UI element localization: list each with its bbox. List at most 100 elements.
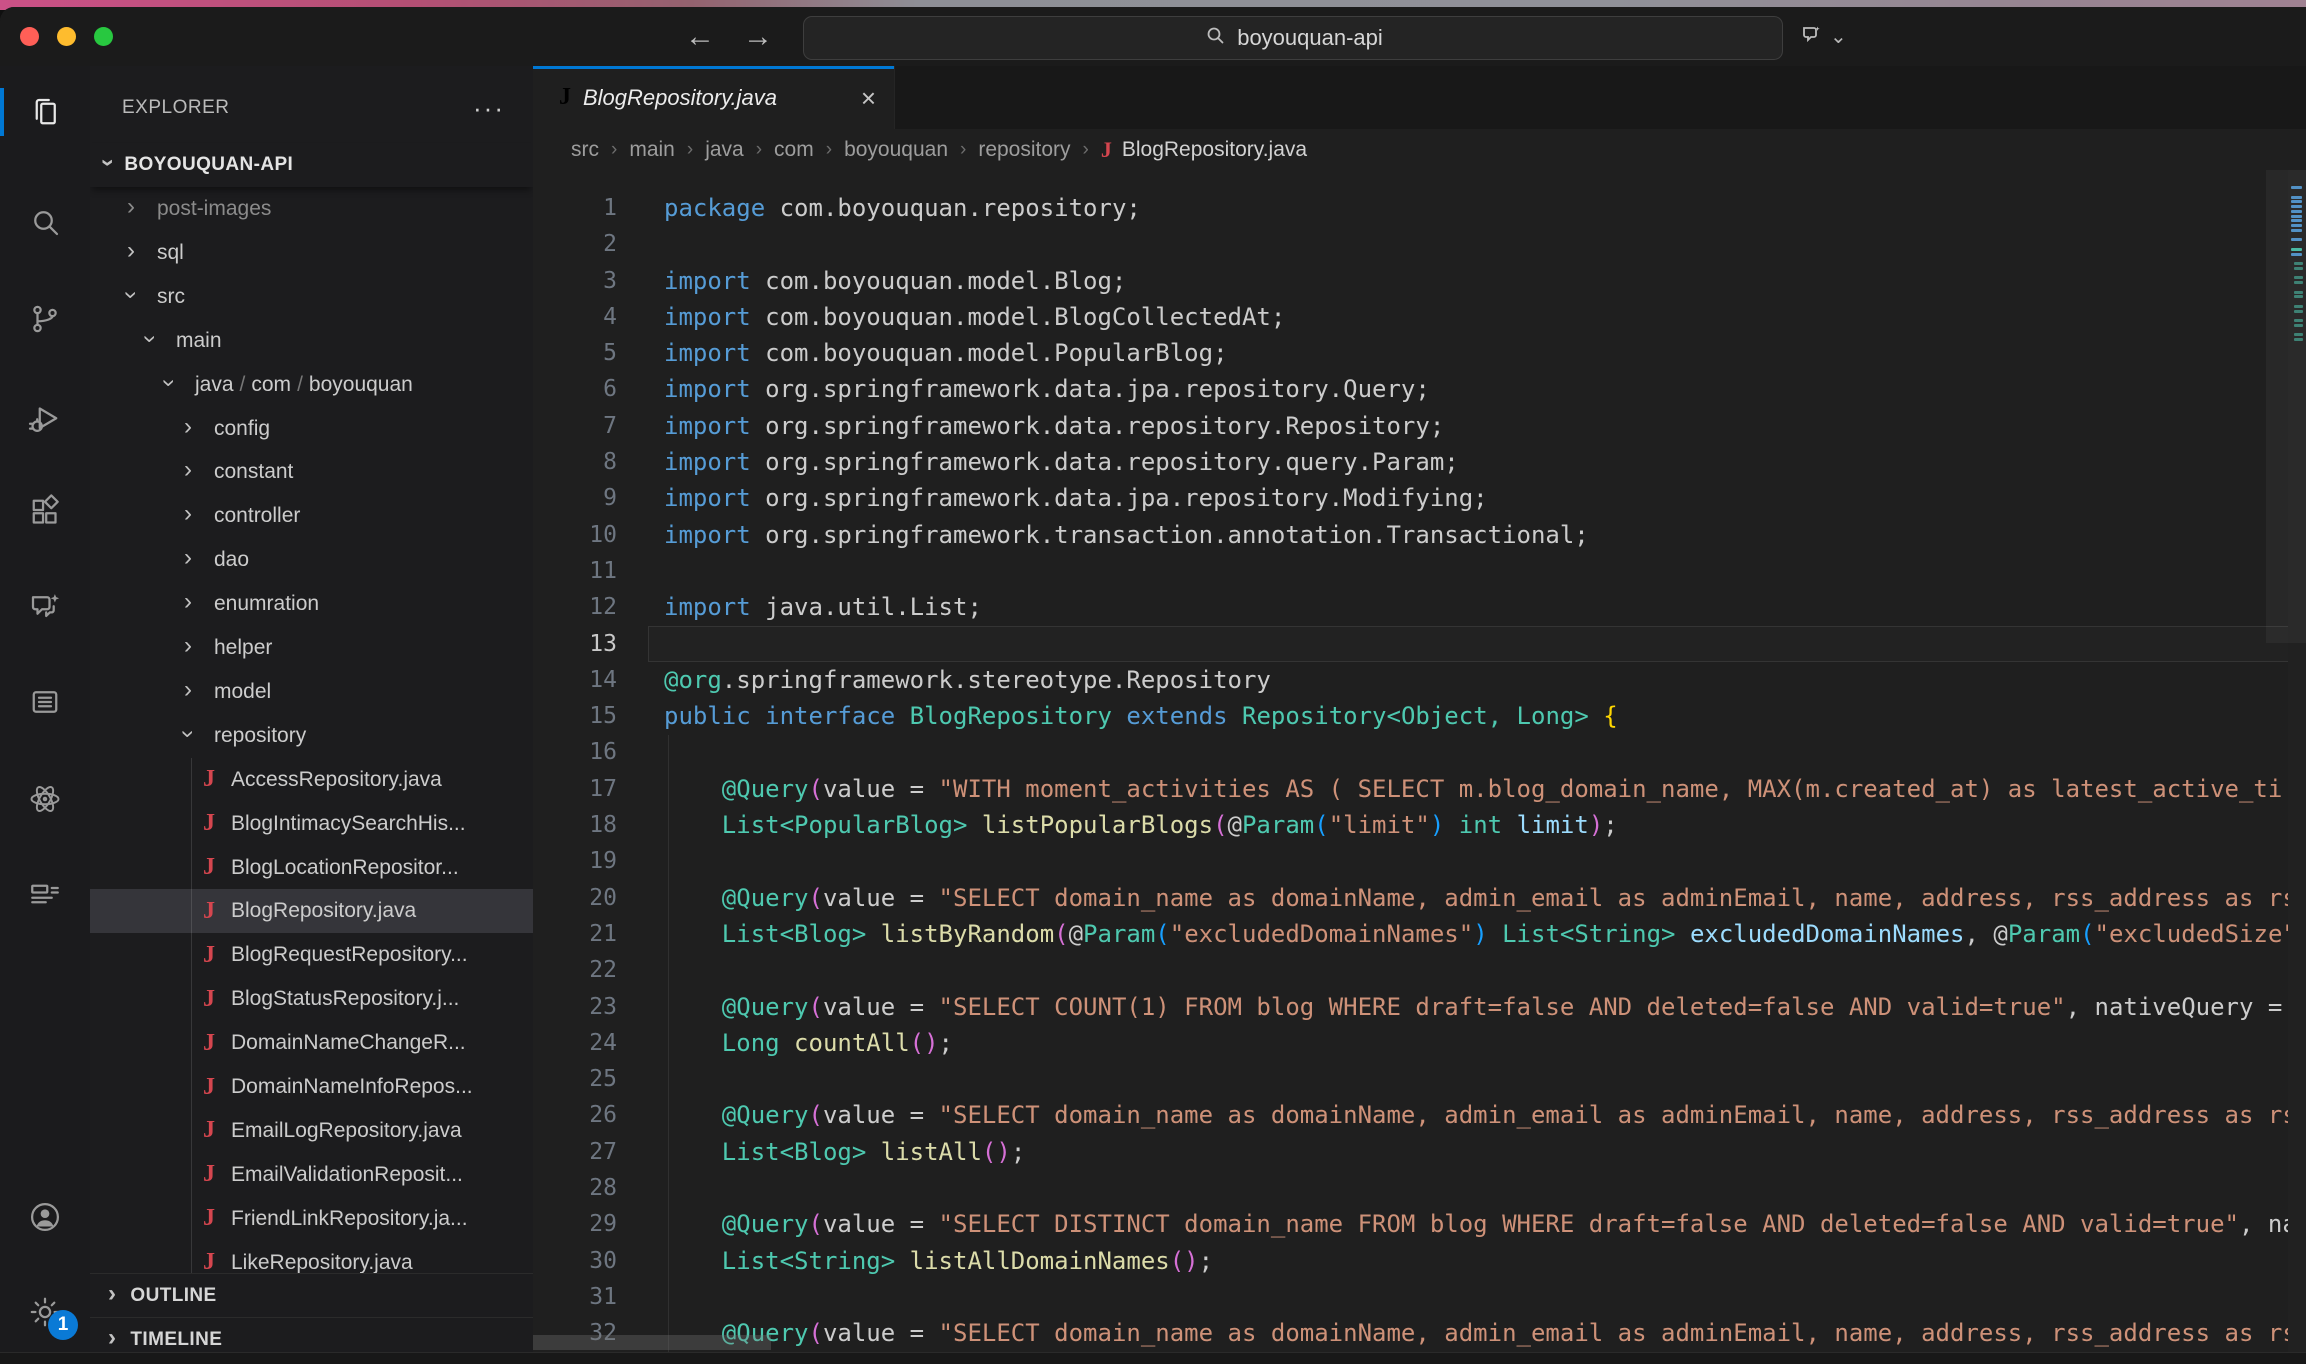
minimize-window-button[interactable] xyxy=(57,27,76,46)
code-line-26[interactable]: 26 @Query(value = "SELECT domain_name as… xyxy=(533,1097,2290,1133)
code-line-16[interactable]: 16 xyxy=(533,734,2290,770)
code-line-6[interactable]: 6import org.springframework.data.jpa.rep… xyxy=(533,371,2290,407)
code-line-14[interactable]: 14@org.springframework.stereotype.Reposi… xyxy=(533,662,2290,698)
tree-item-blogstatusrepository-j-[interactable]: JBlogStatusRepository.j... xyxy=(90,977,533,1021)
close-window-button[interactable] xyxy=(20,27,39,46)
chevron-right-icon[interactable]: › xyxy=(184,546,192,570)
tree-item-sql[interactable]: ›sql xyxy=(90,231,533,275)
tree-item-controller[interactable]: ›controller xyxy=(90,494,533,538)
code-line-28[interactable]: 28 xyxy=(533,1170,2290,1206)
workspace-section-header[interactable]: › BOYOUQUAN-API xyxy=(90,143,533,187)
chevron-down-icon[interactable]: › xyxy=(138,335,162,343)
activity-settings-icon[interactable]: 1 xyxy=(0,1276,90,1348)
activity-run-and-debug-icon[interactable] xyxy=(0,383,90,455)
code-line-21[interactable]: 21 List<Blog> listByRandom(@Param("exclu… xyxy=(533,916,2290,952)
tree-item-post-images[interactable]: ›post-images xyxy=(90,187,533,231)
chevron-right-icon[interactable]: › xyxy=(127,195,135,219)
code-line-13[interactable]: 13 xyxy=(533,626,2290,662)
tab-blogrepository[interactable]: J BlogRepository.java × xyxy=(533,66,895,129)
tree-item-emaillogrepository-java[interactable]: JEmailLogRepository.java xyxy=(90,1109,533,1153)
code-editor[interactable]: 1package com.boyouquan.repository;23impo… xyxy=(533,170,2306,1352)
chevron-right-icon[interactable]: › xyxy=(127,239,135,263)
chevron-down-icon[interactable]: › xyxy=(157,379,181,387)
chevron-right-icon[interactable]: › xyxy=(184,590,192,614)
tree-item-domainnameinforepos-[interactable]: JDomainNameInfoRepos... xyxy=(90,1065,533,1109)
copilot-menu[interactable]: ⌄ xyxy=(1800,7,1847,66)
breadcrumb-item[interactable]: com xyxy=(774,138,814,162)
code-line-23[interactable]: 23 @Query(value = "SELECT COUNT(1) FROM … xyxy=(533,989,2290,1025)
horizontal-scrollbar[interactable] xyxy=(533,1335,771,1350)
code-line-3[interactable]: 3import com.boyouquan.model.Blog; xyxy=(533,263,2290,299)
chevron-right-icon[interactable]: › xyxy=(184,678,192,702)
tree-item-model[interactable]: ›model xyxy=(90,670,533,714)
activity-list-view-icon[interactable] xyxy=(0,666,90,738)
minimap[interactable] xyxy=(2288,170,2306,1352)
tree-item-bloglocationrepositor-[interactable]: JBlogLocationRepositor... xyxy=(90,846,533,890)
code-line-22[interactable]: 22 xyxy=(533,952,2290,988)
code-line-19[interactable]: 19 xyxy=(533,843,2290,879)
chevron-right-icon[interactable]: › xyxy=(184,415,192,439)
code-line-25[interactable]: 25 xyxy=(533,1061,2290,1097)
tree-item-src[interactable]: ›src xyxy=(90,275,533,319)
code-line-2[interactable]: 2 xyxy=(533,226,2290,262)
breadcrumb-item[interactable]: main xyxy=(629,138,675,162)
code-line-1[interactable]: 1package com.boyouquan.repository; xyxy=(533,190,2290,226)
code-line-31[interactable]: 31 xyxy=(533,1279,2290,1315)
code-line-15[interactable]: 15public interface BlogRepository extend… xyxy=(533,698,2290,734)
code-line-10[interactable]: 10import org.springframework.transaction… xyxy=(533,517,2290,553)
activity-search-icon[interactable] xyxy=(0,186,90,258)
tree-item-repository[interactable]: ›repository xyxy=(90,714,533,758)
breadcrumb-file[interactable]: BlogRepository.java xyxy=(1122,138,1307,162)
timeline-panel-header[interactable]: › TIMELINE xyxy=(90,1317,533,1352)
back-icon[interactable]: ← xyxy=(685,20,715,54)
code-line-27[interactable]: 27 List<Blog> listAll(); xyxy=(533,1134,2290,1170)
activity-news-feed-icon[interactable] xyxy=(0,861,90,933)
tree-item-java-com-boyouquan[interactable]: ›java/com/boyouquan xyxy=(90,363,533,407)
code-line-8[interactable]: 8import org.springframework.data.reposit… xyxy=(533,444,2290,480)
activity-source-control-icon[interactable] xyxy=(0,283,90,355)
code-line-11[interactable]: 11 xyxy=(533,553,2290,589)
activity-chat-icon[interactable] xyxy=(0,571,90,643)
tree-item-enumration[interactable]: ›enumration xyxy=(90,582,533,626)
breadcrumb-item[interactable]: boyouquan xyxy=(844,138,948,162)
close-tab-icon[interactable]: × xyxy=(861,85,876,111)
code-line-7[interactable]: 7import org.springframework.data.reposit… xyxy=(533,408,2290,444)
code-line-5[interactable]: 5import com.boyouquan.model.PopularBlog; xyxy=(533,335,2290,371)
code-line-18[interactable]: 18 List<PopularBlog> listPopularBlogs(@P… xyxy=(533,807,2290,843)
code-line-30[interactable]: 30 List<String> listAllDomainNames(); xyxy=(533,1243,2290,1279)
code-line-9[interactable]: 9import org.springframework.data.jpa.rep… xyxy=(533,480,2290,516)
outline-panel-header[interactable]: › OUTLINE xyxy=(90,1273,533,1317)
tree-item-helper[interactable]: ›helper xyxy=(90,626,533,670)
zoom-window-button[interactable] xyxy=(94,27,113,46)
activity-extensions-icon[interactable] xyxy=(0,476,90,548)
breadcrumb-item[interactable]: repository xyxy=(978,138,1070,162)
activity-accounts-icon[interactable] xyxy=(0,1181,90,1253)
tree-item-blogintimacysearchhis-[interactable]: JBlogIntimacySearchHis... xyxy=(90,802,533,846)
tree-item-main[interactable]: ›main xyxy=(90,319,533,363)
chevron-right-icon[interactable]: › xyxy=(184,458,192,482)
breadcrumb-item[interactable]: src xyxy=(571,138,599,162)
breadcrumb-item[interactable]: java xyxy=(705,138,744,162)
code-line-20[interactable]: 20 @Query(value = "SELECT domain_name as… xyxy=(533,880,2290,916)
code-line-12[interactable]: 12import java.util.List; xyxy=(533,589,2290,625)
tree-item-friendlinkrepository-ja-[interactable]: JFriendLinkRepository.ja... xyxy=(90,1197,533,1241)
tree-item-config[interactable]: ›config xyxy=(90,407,533,451)
activity-explorer-icon[interactable] xyxy=(0,76,90,148)
code-line-4[interactable]: 4import com.boyouquan.model.BlogCollecte… xyxy=(533,299,2290,335)
tree-item-accessrepository-java[interactable]: JAccessRepository.java xyxy=(90,758,533,802)
chevron-right-icon[interactable]: › xyxy=(184,634,192,658)
activity-react-devtools-icon[interactable] xyxy=(0,763,90,835)
tree-item-domainnamechanger-[interactable]: JDomainNameChangeR... xyxy=(90,1021,533,1065)
code-line-29[interactable]: 29 @Query(value = "SELECT DISTINCT domai… xyxy=(533,1206,2290,1242)
tree-item-likerepository-java[interactable]: JLikeRepository.java xyxy=(90,1241,533,1273)
code-line-24[interactable]: 24 Long countAll(); xyxy=(533,1025,2290,1061)
tree-item-constant[interactable]: ›constant xyxy=(90,450,533,494)
chevron-down-icon[interactable]: › xyxy=(119,291,143,299)
chevron-down-icon[interactable]: › xyxy=(176,730,200,738)
tree-item-blogrepository-java[interactable]: JBlogRepository.java xyxy=(90,889,533,933)
command-center-search[interactable]: boyouquan-api xyxy=(803,16,1783,60)
code-line-32[interactable]: 32 @Query(value = "SELECT domain_name as… xyxy=(533,1315,2290,1351)
explorer-actions-button[interactable]: ··· xyxy=(473,93,505,124)
chevron-right-icon[interactable]: › xyxy=(184,502,192,526)
tree-item-dao[interactable]: ›dao xyxy=(90,538,533,582)
